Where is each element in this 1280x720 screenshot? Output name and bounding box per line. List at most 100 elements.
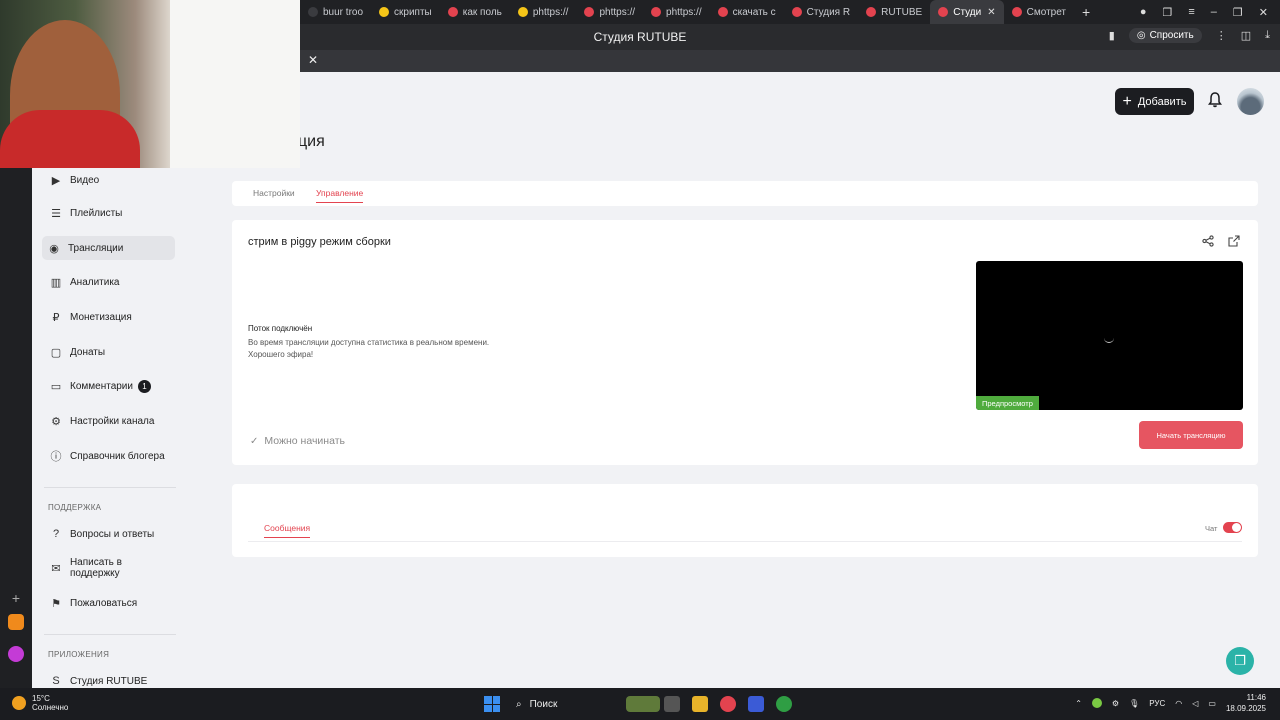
tray-expand-icon[interactable]: ⌃ <box>1075 699 1082 708</box>
sidebar-item-contact-support[interactable]: ✉ Написать в поддержку <box>44 556 174 580</box>
sidebar-item-monetization[interactable]: ₽ Монетизация <box>44 305 174 329</box>
search-highlight-icon <box>626 696 660 712</box>
weather-desc: Солнечно <box>32 703 69 712</box>
bell-icon[interactable] <box>1208 92 1224 110</box>
clock-date: 18.09.2025 <box>1225 704 1266 713</box>
bookmark-icon[interactable]: ▮ <box>1109 29 1115 42</box>
collections-icon[interactable]: ❐ <box>1162 6 1172 19</box>
browser-tab[interactable]: скрипты <box>371 0 440 24</box>
page-title: ция <box>298 133 325 150</box>
support-chat-icon[interactable]: ❐ <box>1226 647 1254 675</box>
flag-icon: ⚑ <box>51 597 61 610</box>
tab-favicon-icon <box>584 7 595 17</box>
profile-icon[interactable]: ● <box>1140 6 1147 19</box>
share-icon[interactable] <box>1202 235 1216 249</box>
side-app-icon[interactable] <box>8 614 24 630</box>
taskbar-search[interactable]: ⌕ Поиск <box>510 693 660 715</box>
sidebar-item-label: Монетизация <box>70 311 132 323</box>
sidebar-item-blogger-guide[interactable]: ⓘ Справочник блогера <box>44 444 174 468</box>
sidebar-toggle-icon[interactable]: ◫ <box>1241 29 1251 42</box>
browser-tab[interactable]: phttps:// <box>576 0 643 24</box>
sidebar-item-playlists[interactable]: ☰ Плейлисты <box>44 201 174 225</box>
sidebar-item-faq[interactable]: ? Вопросы и ответы <box>44 522 174 546</box>
new-tab-icon[interactable]: + <box>1074 4 1098 20</box>
sidebar-item-channel-settings[interactable]: ⚙ Настройки канала <box>44 409 174 433</box>
browser-tab[interactable]: phttps:// <box>643 0 710 24</box>
add-panel-icon[interactable]: + <box>8 590 24 606</box>
sidebar-item-broadcasts[interactable]: ◉ Трансляции <box>42 236 175 260</box>
minimize-icon[interactable]: – <box>1211 6 1217 19</box>
browser-tab[interactable]: как поль <box>440 0 510 24</box>
tab-favicon-icon <box>938 7 949 17</box>
side-assistant-icon[interactable] <box>8 646 24 662</box>
menu-icon[interactable]: ≡ <box>1188 6 1194 19</box>
close-notice-icon[interactable]: ✕ <box>308 53 318 67</box>
avatar[interactable] <box>1237 88 1264 115</box>
sidebar-item-label: Вопросы и ответы <box>70 528 155 540</box>
sidebar-item-donations[interactable]: ▢ Донаты <box>44 340 174 364</box>
browser-tab[interactable]: скачать с <box>710 0 784 24</box>
task-view-icon[interactable] <box>664 696 680 712</box>
sidebar-item-video[interactable]: ▶ Видео <box>44 168 174 192</box>
tab-messages[interactable]: Сообщения <box>264 523 311 538</box>
browser-tab[interactable]: phttps:// <box>510 0 577 24</box>
more-icon[interactable]: ⋮ <box>1216 29 1227 42</box>
close-window-icon[interactable]: ✕ <box>1259 6 1268 19</box>
close-tab-icon[interactable]: ✕ <box>987 7 995 18</box>
browser-tab[interactable]: Студия R <box>784 0 858 24</box>
ask-button[interactable]: ◎ Спросить <box>1128 28 1202 43</box>
browser-tab[interactable]: buur troo <box>300 0 371 24</box>
tray-settings-icon[interactable]: ⚙ <box>1112 699 1119 708</box>
sidebar-item-label: Пожаловаться <box>70 597 138 609</box>
broadcast-icon: ◉ <box>49 242 59 255</box>
chat-toggle[interactable] <box>1223 522 1242 533</box>
sidebar-item-label: Написать в поддержку <box>69 557 122 579</box>
open-external-icon[interactable] <box>1228 235 1242 249</box>
sidebar-item-label: Трансляции <box>68 242 124 254</box>
stream-card: стрим в piggy режим сборки Поток подключ… <box>232 220 1258 465</box>
start-broadcast-button[interactable]: Начать трансляцию <box>1139 421 1243 449</box>
language-indicator[interactable]: РУС <box>1149 699 1165 708</box>
tab-manage[interactable]: Управление <box>316 188 364 203</box>
sidebar-item-label: Плейлисты <box>70 207 123 219</box>
search-icon: ⌕ <box>516 698 522 710</box>
clock[interactable]: 11:46 18.09.2025 <box>1226 692 1266 714</box>
browser-tab-label: RUTUBE <box>881 6 923 18</box>
download-icon[interactable]: ⤓ <box>1265 29 1270 42</box>
volume-icon[interactable]: ◁ <box>1192 699 1198 708</box>
sidebar-divider <box>44 634 176 635</box>
weather-widget[interactable]: 15°C Солнечно <box>12 694 68 712</box>
wifi-icon[interactable]: ◠ <box>1175 699 1182 708</box>
battery-icon[interactable]: ▭ <box>1208 699 1216 708</box>
maximize-icon[interactable]: ❐ <box>1233 6 1243 19</box>
sidebar-item-analytics[interactable]: ▥ Аналитика <box>44 270 174 294</box>
webcam-overlay <box>0 0 300 168</box>
browser-tab-label: Студия R <box>806 6 851 18</box>
browser-tab[interactable]: Студи ✕ <box>930 0 1004 24</box>
browser-tab[interactable]: Смотрет <box>1004 0 1074 24</box>
windows-start-icon[interactable] <box>484 696 500 712</box>
webcam-shirt <box>0 110 140 168</box>
add-button[interactable]: + Добавить <box>1115 88 1194 115</box>
comments-count-badge: 1 <box>137 379 151 393</box>
app-icon[interactable] <box>748 696 764 712</box>
sun-icon <box>12 696 26 710</box>
yandex-browser-icon[interactable] <box>720 696 736 712</box>
tab-settings[interactable]: Настройки <box>253 188 295 198</box>
file-explorer-icon[interactable] <box>692 696 708 712</box>
stream-preview[interactable]: Предпросмотр <box>976 261 1243 410</box>
browser-tab[interactable]: RUTUBE <box>858 0 930 24</box>
preview-badge: Предпросмотр <box>976 396 1039 410</box>
donate-icon: ▢ <box>50 346 62 359</box>
browser-tab-label: phttps:// <box>532 6 569 18</box>
microphone-icon[interactable]: 🎙 <box>1129 699 1139 708</box>
browser-tab-label: скрипты <box>394 6 432 18</box>
chrome-icon[interactable] <box>776 696 792 712</box>
browser-tab-label: phttps:// <box>599 6 636 18</box>
sidebar-item-report[interactable]: ⚑ Пожаловаться <box>44 591 174 615</box>
browser-tabs: buur troo скрипты как поль phttps:// phttps:… <box>300 0 1074 24</box>
playlist-icon: ☰ <box>51 207 61 220</box>
sidebar-item-comments[interactable]: ▭ Комментарии 1 <box>44 374 174 398</box>
tray-app-icon[interactable] <box>1091 698 1102 708</box>
browser-tab-label: скачать с <box>732 6 776 18</box>
